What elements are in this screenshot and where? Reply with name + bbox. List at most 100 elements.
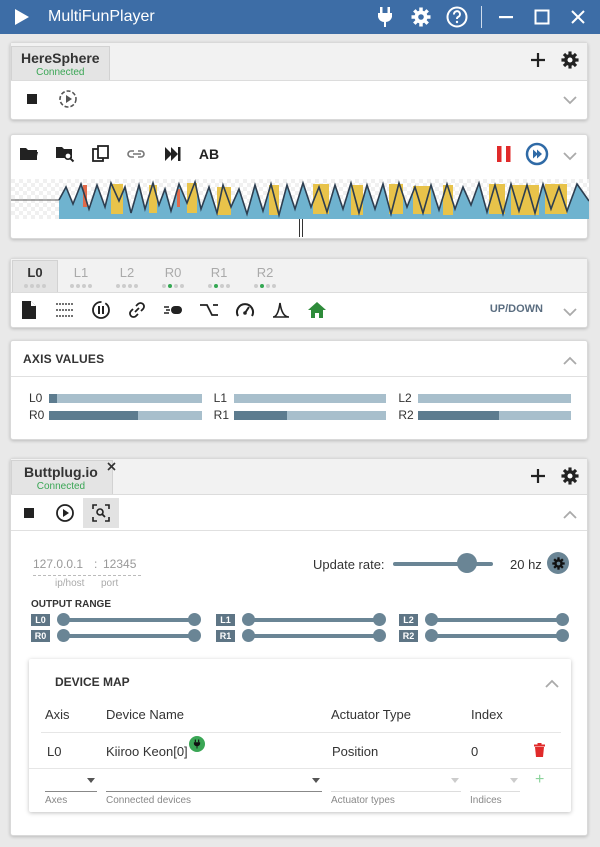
- buttplug-tab-label: Buttplug.io: [24, 463, 98, 480]
- update-rate-slider[interactable]: [393, 562, 493, 566]
- script-panel: AB: [10, 134, 589, 239]
- add-output-icon[interactable]: [531, 469, 545, 486]
- tab-axis-r1[interactable]: R1: [196, 260, 242, 292]
- sync-play-icon[interactable]: [525, 142, 549, 169]
- tab-heresphere[interactable]: HereSphere Connected: [11, 46, 110, 80]
- range-slider-l2[interactable]: [430, 618, 564, 622]
- range-slider-r0[interactable]: [62, 634, 196, 638]
- connected-devices-dropdown[interactable]: [106, 772, 322, 792]
- device-map-chevron-up-icon[interactable]: [545, 676, 559, 691]
- indices-dropdown[interactable]: [470, 772, 520, 792]
- axis-tab-label: L2: [119, 264, 135, 280]
- range-knob-max[interactable]: [556, 613, 569, 626]
- output-settings-gear-icon[interactable]: [561, 467, 579, 488]
- column-header-index: Index: [471, 707, 503, 722]
- range-knob-min[interactable]: [57, 613, 70, 626]
- axis-chevron-down-icon[interactable]: [563, 305, 577, 320]
- range-lines-icon[interactable]: [47, 295, 83, 325]
- link-icon[interactable]: [119, 295, 155, 325]
- range-tag-l0: L0: [31, 614, 50, 626]
- ip-hint: ip/host: [55, 578, 85, 589]
- help-icon[interactable]: [439, 0, 475, 34]
- tab-axis-l1[interactable]: L1: [58, 260, 104, 292]
- add-mapping-button[interactable]: +: [535, 771, 544, 789]
- delete-icon[interactable]: [534, 743, 545, 760]
- update-rate-slider-thumb[interactable]: [457, 553, 477, 573]
- device-plug-icon: [189, 736, 205, 752]
- script-chevron-down-icon[interactable]: [563, 149, 577, 164]
- axis-values-header[interactable]: AXIS VALUES: [11, 341, 587, 377]
- minimize-icon[interactable]: [488, 0, 524, 34]
- axis-value-r2: R2: [398, 408, 571, 422]
- add-icon[interactable]: [531, 53, 545, 70]
- range-knob-max[interactable]: [373, 613, 386, 626]
- chevron-down-icon[interactable]: [563, 93, 577, 108]
- play-logo-icon: [14, 7, 34, 27]
- axis-label: L1: [213, 391, 228, 405]
- tab-axis-l2[interactable]: L2: [104, 260, 150, 292]
- ip-port-separator: :: [94, 557, 98, 571]
- timeline-position-marker[interactable]: [299, 219, 303, 237]
- axes-dropdown[interactable]: [45, 772, 97, 792]
- axis-value-bar: [233, 393, 387, 403]
- open-folder-icon[interactable]: [11, 139, 47, 169]
- range-slider-l0[interactable]: [62, 618, 196, 622]
- tab-axis-l0[interactable]: L0: [12, 260, 58, 292]
- ab-repeat-button[interactable]: AB: [191, 139, 227, 169]
- chevron-up-icon[interactable]: [563, 354, 577, 368]
- range-slider-r1[interactable]: [247, 634, 381, 638]
- output-controls: [11, 495, 587, 531]
- tab-axis-r0[interactable]: R0: [150, 260, 196, 292]
- tab-close-icon[interactable]: [107, 459, 116, 474]
- speed-gauge-icon[interactable]: [227, 295, 263, 325]
- link-arrow-icon[interactable]: [119, 139, 155, 169]
- maximize-icon[interactable]: [524, 0, 560, 34]
- range-knob-min[interactable]: [242, 613, 255, 626]
- range-slider-r2[interactable]: [430, 634, 564, 638]
- range-knob-min[interactable]: [242, 629, 255, 642]
- range-slider-l1[interactable]: [247, 618, 381, 622]
- device-map-title: DEVICE MAP: [55, 675, 130, 689]
- table-row[interactable]: L0 Kiiroo Keon[0] Position 0: [29, 733, 571, 769]
- skip-next-icon[interactable]: [155, 139, 191, 169]
- folder-search-icon[interactable]: [47, 139, 83, 169]
- tab-axis-r2[interactable]: R2: [242, 260, 288, 292]
- range-knob-max[interactable]: [556, 629, 569, 642]
- axis-mode-label[interactable]: UP/DOWN: [490, 303, 543, 315]
- range-knob-max[interactable]: [188, 629, 201, 642]
- scan-devices-icon[interactable]: [83, 497, 119, 528]
- home-icon[interactable]: [299, 295, 335, 325]
- curve-icon[interactable]: [263, 295, 299, 325]
- video-source-controls: [11, 81, 587, 117]
- tab-buttplug[interactable]: Buttplug.io Connected: [11, 459, 116, 494]
- pause-timer-icon[interactable]: [83, 295, 119, 325]
- stop-icon[interactable]: [14, 84, 50, 114]
- output-stop-icon[interactable]: [11, 498, 47, 528]
- gear-icon[interactable]: [403, 0, 439, 34]
- heatmap-preview[interactable]: [11, 179, 589, 219]
- actuator-types-dropdown[interactable]: [331, 772, 461, 792]
- copy-files-icon[interactable]: [83, 139, 119, 169]
- axis-value-l0: L0: [29, 391, 202, 405]
- motion-icon[interactable]: [155, 295, 191, 325]
- device-map-card: DEVICE MAP Axis Device Name Actuator Typ…: [29, 659, 571, 812]
- port-field[interactable]: 12345: [103, 557, 136, 571]
- range-knob-min[interactable]: [57, 629, 70, 642]
- file-icon[interactable]: [11, 295, 47, 325]
- ip-field[interactable]: 127.0.0.1: [33, 557, 83, 571]
- close-icon[interactable]: [560, 0, 596, 34]
- axis-tab-label: R2: [256, 264, 274, 280]
- smoothing-icon[interactable]: [191, 295, 227, 325]
- output-chevron-up-icon[interactable]: [563, 507, 577, 522]
- range-knob-max[interactable]: [373, 629, 386, 642]
- range-knob-max[interactable]: [188, 613, 201, 626]
- plug-icon[interactable]: [367, 0, 403, 34]
- range-knob-min[interactable]: [425, 629, 438, 642]
- output-play-icon[interactable]: [47, 498, 83, 528]
- update-rate-settings-icon[interactable]: [547, 552, 569, 574]
- source-settings-gear-icon[interactable]: [561, 51, 579, 72]
- video-source-panel: HereSphere Connected: [10, 42, 588, 120]
- pause-icon[interactable]: [497, 146, 511, 165]
- range-knob-min[interactable]: [425, 613, 438, 626]
- auto-connect-icon[interactable]: [50, 84, 86, 114]
